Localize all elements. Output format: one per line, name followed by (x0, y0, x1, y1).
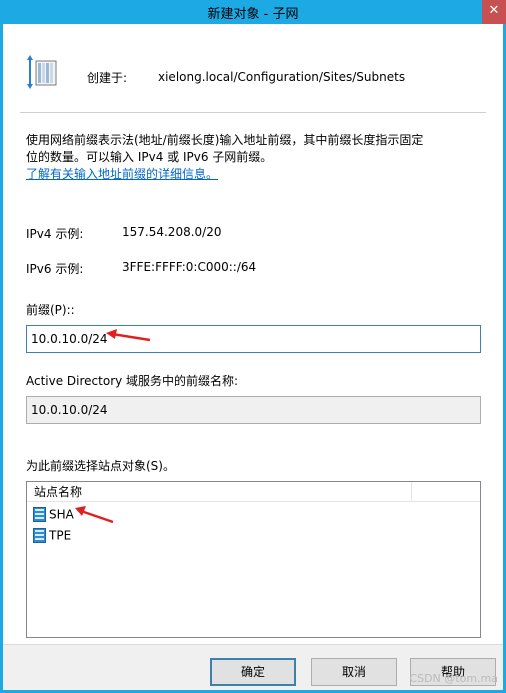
site-icon (33, 507, 46, 522)
ad-prefix-label: Active Directory 域服务中的前缀名称: (26, 374, 239, 388)
header-divider (20, 112, 486, 113)
site-name: TPE (49, 528, 72, 543)
ipv4-example-label: IPv4 示例: (26, 227, 84, 241)
title-bar[interactable]: 新建对象 - 子网 ✕ (0, 0, 506, 24)
description-line-2: 位的数量。可以输入 IPv4 或 IPv6 子网前缀。 (26, 150, 273, 164)
cancel-button[interactable]: 取消 (311, 658, 397, 686)
close-icon: ✕ (488, 3, 500, 18)
ipv6-example-label: IPv6 示例: (26, 262, 84, 276)
close-button[interactable]: ✕ (482, 0, 506, 24)
header-panel (3, 24, 503, 112)
ipv6-example-value: 3FFE:FFFF:0:C000::/64 (122, 260, 257, 274)
window-title: 新建对象 - 子网 (207, 7, 299, 22)
ipv4-example-value: 157.54.208.0/20 (122, 225, 222, 239)
description-line-1: 使用网络前缀表示法(地址/前缀长度)输入地址前缀，其中前缀长度指示固定 (26, 133, 424, 147)
ok-button[interactable]: 确定 (210, 658, 296, 686)
created-in-label: 创建于: (87, 71, 128, 85)
watermark: CSDN @tom.ma (409, 672, 498, 685)
column-header-site-name[interactable]: 站点名称 (27, 482, 412, 502)
list-header: 站点名称 (27, 482, 480, 502)
subnet-object-icon (27, 55, 57, 89)
site-icon (33, 528, 46, 543)
annotation-arrow (75, 506, 114, 524)
prefix-input[interactable]: 10.0.10.0/24 (26, 325, 481, 353)
annotation-arrow (106, 329, 151, 342)
list-item[interactable]: TPE (33, 526, 71, 544)
site-select-label: 为此前缀选择站点对象(S)。 (26, 459, 175, 473)
created-in-path: xielong.local/Configuration/Sites/Subnet… (158, 70, 406, 84)
prefix-label: 前缀(P):: (26, 303, 75, 317)
list-item[interactable]: SHA (33, 505, 74, 523)
site-name: SHA (49, 507, 74, 522)
learn-more-link[interactable]: 了解有关输入地址前缀的详细信息。 (26, 165, 218, 182)
ad-prefix-field: 10.0.10.0/24 (26, 396, 481, 424)
